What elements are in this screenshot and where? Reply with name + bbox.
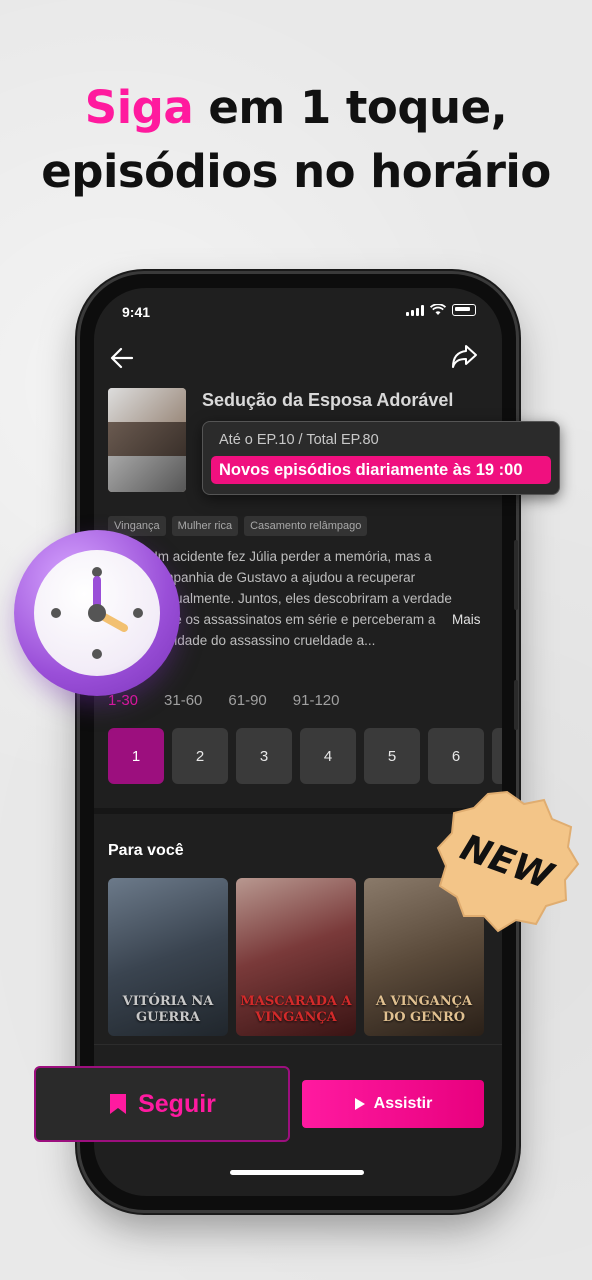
- share-icon[interactable]: [450, 342, 478, 370]
- clock-face: [34, 550, 160, 676]
- headline-highlight: Siga: [84, 81, 194, 134]
- tab-range-1-30[interactable]: 1-30: [108, 692, 138, 709]
- wifi-icon: [430, 304, 446, 315]
- episode-button[interactable]: 4: [300, 728, 356, 784]
- genre-tag[interactable]: Casamento relâmpago: [244, 516, 368, 536]
- episode-range-tabs: 1-30 31-60 61-90 91-120: [108, 692, 340, 709]
- back-arrow-icon[interactable]: [108, 344, 136, 372]
- new-badge-icon: NEW: [436, 790, 580, 933]
- show-synopsis: Um acidente fez Júlia perder a memória, …: [148, 549, 452, 648]
- genre-tag[interactable]: Mulher rica: [171, 516, 239, 536]
- episode-button[interactable]: 1: [108, 728, 164, 784]
- watch-label: Assistir: [373, 1095, 433, 1112]
- episode-button[interactable]: 5: [364, 728, 420, 784]
- status-icons: [406, 304, 476, 316]
- status-time: 9:41: [122, 304, 151, 320]
- episode-list: 1 2 3 4 5 6: [108, 728, 502, 784]
- tab-range-31-60[interactable]: 31-60: [164, 692, 202, 709]
- episode-progress: Até o EP.10 / Total EP.80: [219, 432, 379, 448]
- clock-hands: [51, 567, 143, 659]
- episode-button-partial[interactable]: [492, 728, 502, 784]
- headline-line2: episódios no horário: [41, 145, 551, 198]
- show-poster: [108, 388, 186, 492]
- card-title: A VINGANÇA DO GENRO: [375, 994, 473, 1025]
- phone-side-button: [514, 680, 518, 730]
- poster-panel: [108, 388, 186, 422]
- new-episodes-banner: Novos episódios diariamente às 19 :00: [211, 456, 551, 484]
- tab-range-91-120[interactable]: 91-120: [293, 692, 340, 709]
- episode-info-callout: Até o EP.10 / Total EP.80 Novos episódio…: [202, 421, 560, 495]
- card-title: MASCARADA A VINGANÇA: [240, 994, 352, 1025]
- recommendation-card[interactable]: VITÓRIA NA GUERRA: [108, 878, 228, 1036]
- recommendation-card[interactable]: MASCARADA A VINGANÇA: [236, 878, 356, 1036]
- tab-range-61-90[interactable]: 61-90: [228, 692, 266, 709]
- home-indicator[interactable]: [230, 1170, 364, 1175]
- status-bar: 9:41: [94, 288, 502, 336]
- headline-line1: em 1 toque,: [193, 81, 508, 134]
- for-you-title: Para você: [108, 842, 184, 859]
- signal-icon: [406, 304, 424, 316]
- watch-button[interactable]: Assistir: [302, 1080, 484, 1128]
- card-title: VITÓRIA NA GUERRA: [122, 994, 214, 1025]
- play-icon: [354, 1098, 365, 1110]
- poster-panel: [108, 456, 186, 492]
- show-title: Sedução da Esposa Adorável: [202, 390, 454, 410]
- battery-icon: [452, 304, 476, 316]
- clock-icon: [14, 530, 180, 696]
- follow-label: Seguir: [138, 1089, 216, 1118]
- promo-headline: Siga em 1 toque, episódios no horário: [0, 76, 592, 204]
- poster-panel: [108, 422, 186, 456]
- episode-button[interactable]: 6: [428, 728, 484, 784]
- follow-button[interactable]: Seguir: [34, 1066, 290, 1142]
- bookmark-icon: [110, 1094, 127, 1114]
- more-link[interactable]: Mais: [452, 612, 481, 627]
- phone-side-button: [514, 540, 518, 610]
- genre-tags: Vingança Mulher rica Casamento relâmpago: [108, 516, 368, 536]
- episode-button[interactable]: 2: [172, 728, 228, 784]
- episode-button[interactable]: 3: [236, 728, 292, 784]
- recommendation-list: VITÓRIA NA GUERRA MASCARADA A VINGANÇA A…: [108, 878, 484, 1036]
- bottom-divider: [94, 1044, 502, 1045]
